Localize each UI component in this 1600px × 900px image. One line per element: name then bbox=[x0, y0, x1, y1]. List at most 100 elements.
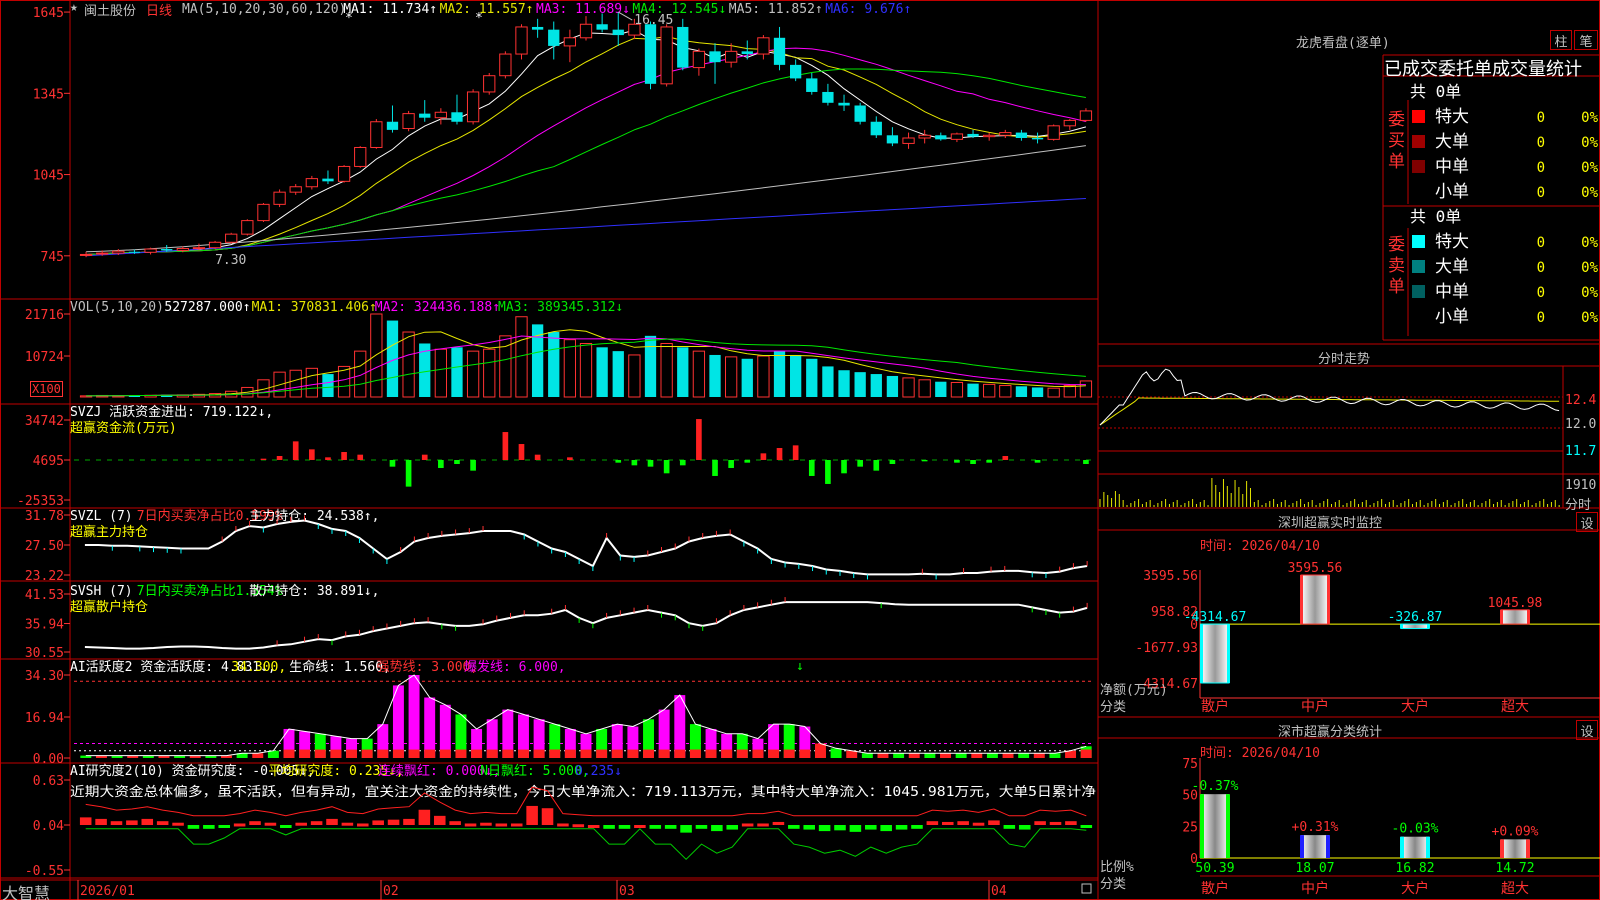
candle-body-down bbox=[838, 102, 850, 106]
vol-bar-up bbox=[370, 313, 383, 398]
ai2-bar-pos bbox=[341, 822, 354, 826]
ai1-bar bbox=[908, 753, 920, 758]
ai1-bar bbox=[846, 750, 858, 758]
ai2-comment: 近期大资金总体偏多，虽不活跃，但有异动，宜关注大资金的持续性，今日大单净流入：7… bbox=[70, 784, 1096, 800]
vol-legend-3: MA2: 324436.188↑ bbox=[375, 300, 500, 315]
ai2-bar-neg bbox=[680, 825, 692, 833]
dragon-title: 龙虎看盘(逐单) bbox=[1296, 36, 1390, 51]
stats-settings-button[interactable]: 设 bbox=[1576, 720, 1598, 740]
vol-bar-down bbox=[1015, 386, 1028, 397]
svzj-ytick-1: 4695 bbox=[33, 454, 64, 469]
ai1-base-bar bbox=[392, 749, 404, 758]
candle-body-up bbox=[192, 247, 206, 250]
fund-bar-out bbox=[470, 459, 476, 471]
ai2-bar-neg bbox=[1018, 825, 1031, 830]
svzl-sub: 超赢主力持仓 bbox=[70, 524, 148, 540]
vol-bar-up bbox=[354, 350, 367, 398]
ai1-base-bar bbox=[1080, 749, 1092, 758]
ai1-bar bbox=[1018, 753, 1030, 758]
main-ytick-2: 1045 bbox=[33, 169, 64, 184]
ai1-base-bar bbox=[721, 749, 733, 758]
vol-bar-up bbox=[902, 377, 915, 398]
dragon-btn-bar[interactable]: 柱 bbox=[1550, 30, 1572, 50]
candle-body-up bbox=[483, 75, 496, 93]
ai1-ytick-2: 0.00 bbox=[33, 752, 64, 767]
ai1-base-bar bbox=[330, 749, 342, 758]
candle-body-up bbox=[176, 248, 189, 251]
svsh-sub: 超赢散户持仓 bbox=[70, 599, 148, 615]
dragon-buy-name-2: 中单 bbox=[1435, 157, 1469, 177]
ai1-bar bbox=[955, 753, 967, 758]
candle-body-down bbox=[886, 135, 899, 144]
monitor-settings-button[interactable]: 设 bbox=[1576, 512, 1598, 532]
ai1-bar bbox=[674, 695, 686, 758]
period-label[interactable]: 日线 bbox=[146, 0, 172, 19]
intraday-title: 分时走势 bbox=[1318, 352, 1371, 367]
fund-bar-out bbox=[647, 459, 654, 467]
stats-change-0: -0.37% bbox=[1192, 779, 1239, 794]
monitor-bar-edge-0 bbox=[1200, 624, 1203, 683]
stock-name[interactable]: 闽土股份 bbox=[84, 0, 136, 19]
ma-line-2 bbox=[86, 35, 1086, 255]
dragon-buy-side-label-2: 单 bbox=[1388, 152, 1405, 172]
vol-bar-up bbox=[757, 355, 770, 398]
vol-unit-button[interactable]: X100 bbox=[30, 381, 63, 397]
ai1-ytick-1: 16.94 bbox=[25, 711, 64, 726]
event-star-1: * bbox=[345, 11, 353, 26]
fund-bar-out bbox=[438, 459, 444, 468]
ai2-bar-pos bbox=[510, 823, 523, 827]
ai2-bar-pos bbox=[418, 809, 431, 825]
main-legend-1: MA1: 11.734↑ bbox=[343, 2, 437, 17]
ai2-bar-pos bbox=[95, 818, 107, 825]
ai2-bar-neg bbox=[788, 825, 800, 829]
vol-bar-up bbox=[660, 342, 673, 398]
vol-bar-down bbox=[773, 351, 786, 397]
ai2-bar-neg bbox=[880, 825, 892, 832]
stats-cat-3: 超大 bbox=[1501, 881, 1529, 897]
stats-date: 时间: 2026/04/10 bbox=[1200, 746, 1320, 761]
ai2-bar-pos bbox=[79, 817, 92, 825]
ai2-bar-pos bbox=[433, 815, 446, 825]
vol-bar-up bbox=[466, 350, 480, 398]
dragon-buy-side-label-1: 买 bbox=[1388, 131, 1405, 151]
dragon-sell-percent-0: 0% bbox=[1581, 235, 1598, 251]
ai2-bar-pos bbox=[957, 821, 969, 825]
high-label: 16.45 bbox=[634, 13, 673, 28]
ai2-bar-neg bbox=[187, 825, 200, 829]
candle-body-up bbox=[273, 191, 286, 205]
fund-bar-in bbox=[792, 445, 799, 460]
fund-bar-out bbox=[857, 459, 863, 467]
ai1-bar bbox=[1049, 753, 1061, 758]
svzj-legend-0: SVZJ 活跃资金进出: 719.122↓, bbox=[70, 404, 273, 420]
ai2-bar-pos bbox=[326, 818, 338, 825]
dragon-buy-value-2: 0 bbox=[1537, 160, 1545, 176]
candle-body-down bbox=[161, 249, 173, 251]
dragon-btn-tick[interactable]: 笔 bbox=[1574, 30, 1598, 50]
monitor-title: 深圳超赢实时监控 bbox=[1278, 516, 1383, 531]
candle-body-up bbox=[144, 248, 157, 253]
vol-bar-up bbox=[402, 331, 415, 398]
vol-legend-2: MA1: 370831.406↑ bbox=[252, 300, 377, 315]
ai1-base-bar bbox=[783, 749, 795, 758]
svsh-ytick-0: 41.53 bbox=[25, 588, 64, 603]
vol-bar-up bbox=[999, 385, 1012, 398]
svsh-legend-0: SVSH (7) bbox=[70, 584, 133, 599]
ai1-bar bbox=[830, 748, 842, 758]
main-legend-6: MA6: 9.676↑ bbox=[825, 2, 911, 17]
dragon-sell-total: 共 0单 bbox=[1410, 207, 1461, 226]
fund-bar-out bbox=[986, 459, 992, 463]
candle-body-up bbox=[354, 146, 367, 167]
fund-bar-in bbox=[292, 441, 299, 460]
vol-bar-down bbox=[451, 347, 463, 397]
candle-body-up bbox=[579, 23, 593, 39]
monitor-cat-1: 中户 bbox=[1301, 698, 1329, 715]
ai1-base-bar bbox=[424, 749, 436, 758]
vol-legend-0: VOL(5,10,20) bbox=[70, 300, 164, 315]
dragon-buy-name-1: 大单 bbox=[1435, 132, 1469, 152]
dragon-sell-value-3: 0 bbox=[1537, 310, 1545, 326]
candle-body-up bbox=[999, 132, 1012, 136]
fund-bar-out bbox=[663, 459, 670, 474]
vol-bar-up bbox=[1079, 380, 1093, 398]
vol-bar-down bbox=[822, 366, 834, 397]
candle-body-up bbox=[257, 203, 270, 222]
